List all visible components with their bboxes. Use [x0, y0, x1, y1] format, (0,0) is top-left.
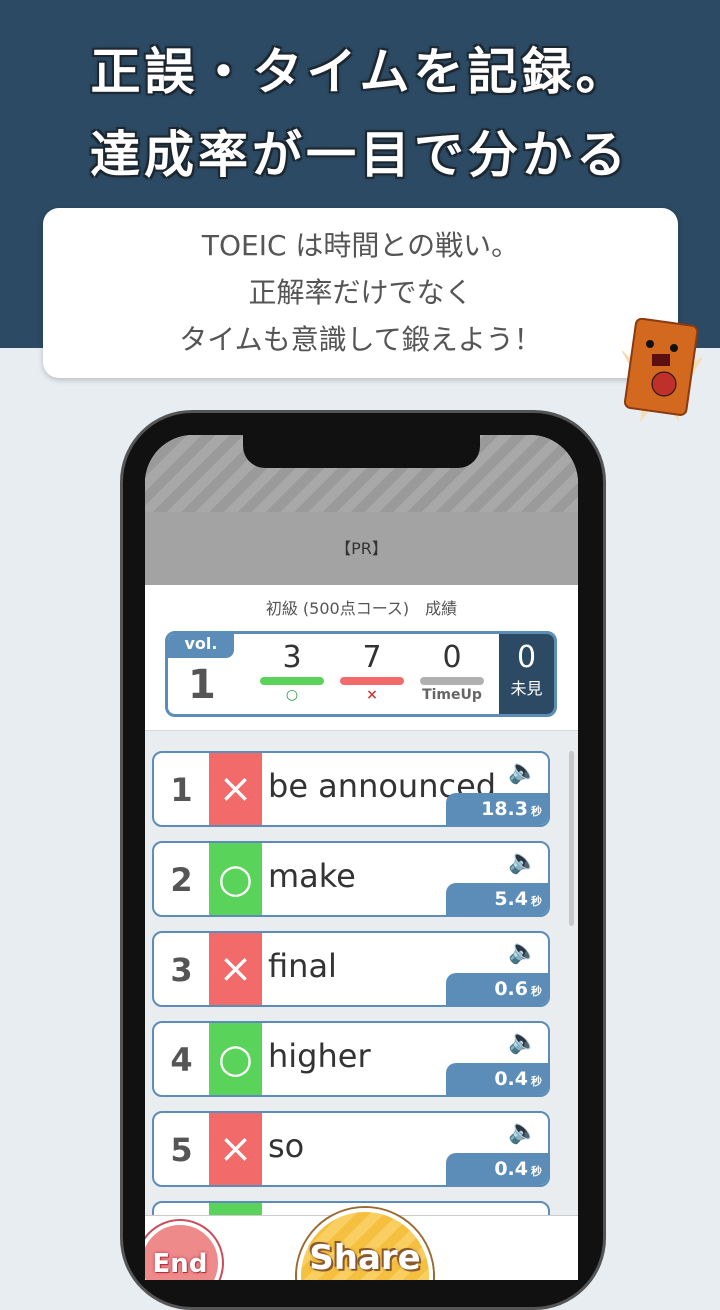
correct-count: 3	[282, 640, 302, 675]
item-number: 5	[170, 1131, 193, 1169]
item-word: so	[268, 1127, 305, 1165]
list-item[interactable]: 1 × be announced 🔈 18.3 秒	[152, 751, 550, 827]
correct-stat: 3 ○	[260, 640, 324, 703]
list-item[interactable]: 2 ○ make 🔈 5.4 秒	[152, 841, 550, 917]
correct-bar	[260, 677, 324, 685]
speaker-icon[interactable]: 🔈	[508, 1027, 538, 1055]
scrollbar[interactable]	[569, 751, 574, 926]
time-unit: 秒	[531, 1075, 542, 1088]
time-unit: 秒	[531, 985, 542, 998]
time-value: 0.4	[494, 1068, 528, 1090]
list-item[interactable]: 3 × final 🔈 0.6 秒	[152, 931, 550, 1007]
item-time: 0.6 秒	[446, 973, 548, 1005]
item-word: final	[268, 947, 337, 985]
wrong-stat: 7 ×	[340, 640, 404, 703]
item-number: 1	[170, 771, 193, 809]
time-value: 0.4	[494, 1158, 528, 1180]
end-button[interactable]: End	[145, 1221, 222, 1280]
item-number: 4	[170, 1041, 193, 1079]
item-word: higher	[268, 1037, 371, 1075]
timeup-count: 0	[442, 640, 462, 675]
time-unit: 秒	[531, 1165, 542, 1178]
speaker-icon[interactable]: 🔈	[508, 847, 538, 875]
callout-line3: タイムも意識して鍛えよう！	[179, 323, 542, 356]
list-item[interactable]: 5 × so 🔈 0.4 秒	[152, 1111, 550, 1187]
unseen-stat: 0 未見	[499, 634, 554, 714]
item-number: 3	[170, 951, 193, 989]
time-value: 5.4	[494, 888, 528, 910]
timeup-label: TimeUp	[422, 687, 482, 703]
wrong-mark-icon: ×	[209, 753, 262, 825]
app-screen: 【PR】 初級 (500点コース) 成績 vol. 1 3 ○ 7 × 0 Ti…	[145, 435, 578, 1280]
unseen-count: 0	[516, 640, 537, 675]
timeup-bar	[420, 677, 484, 685]
speaker-icon[interactable]: 🔈	[508, 937, 538, 965]
wrong-mark-icon: ×	[209, 1113, 262, 1185]
item-word: make	[268, 857, 356, 895]
correct-mark-icon: ○	[209, 1023, 262, 1095]
share-button[interactable]: Share	[297, 1208, 433, 1280]
wrong-count: 7	[362, 640, 382, 675]
time-value: 0.6	[494, 978, 528, 1000]
item-time: 0.4 秒	[446, 1153, 548, 1185]
item-time: 0.4 秒	[446, 1063, 548, 1095]
time-unit: 秒	[531, 805, 542, 818]
phone-notch	[243, 435, 480, 468]
vol-label: vol.	[168, 634, 234, 658]
result-list: 1 × be announced 🔈 18.3 秒 2 ○ make 🔈 5.4 秒 3…	[145, 730, 578, 1277]
mascot-icon	[622, 318, 702, 422]
callout-box: TOEIC は時間との戦い。 正解率だけでなく タイムも意識して鍛えよう！	[43, 208, 678, 378]
list-item[interactable]: 4 ○ higher 🔈 0.4 秒	[152, 1021, 550, 1097]
ad-banner[interactable]: 【PR】	[145, 512, 578, 585]
speaker-icon[interactable]: 🔈	[508, 1117, 538, 1145]
item-time: 5.4 秒	[446, 883, 548, 915]
unseen-label: 未見	[510, 679, 543, 698]
wrong-icon: ×	[366, 687, 378, 703]
timeup-stat: 0 TimeUp	[420, 640, 484, 703]
wrong-bar	[340, 677, 404, 685]
headline-line2: 達成率が一目で分かる	[90, 126, 630, 184]
correct-mark-icon: ○	[209, 843, 262, 915]
score-summary: vol. 1 3 ○ 7 × 0 TimeUp 0 未見	[165, 631, 557, 717]
wrong-mark-icon: ×	[209, 933, 262, 1005]
time-value: 18.3	[481, 798, 528, 820]
callout-line1: TOEIC は時間との戦い。	[201, 229, 520, 262]
item-time: 18.3 秒	[446, 793, 548, 825]
callout-line2: 正解率だけでなく	[248, 276, 473, 309]
headline-line1: 正誤・タイムを記録。	[90, 43, 630, 101]
bottom-bar: End Share	[145, 1208, 578, 1280]
time-unit: 秒	[531, 895, 542, 908]
course-title: 初級 (500点コース) 成績	[265, 599, 458, 618]
item-number: 2	[170, 861, 193, 899]
speaker-icon[interactable]: 🔈	[508, 757, 538, 785]
correct-icon: ○	[285, 687, 299, 703]
vol-number: 1	[188, 662, 216, 708]
